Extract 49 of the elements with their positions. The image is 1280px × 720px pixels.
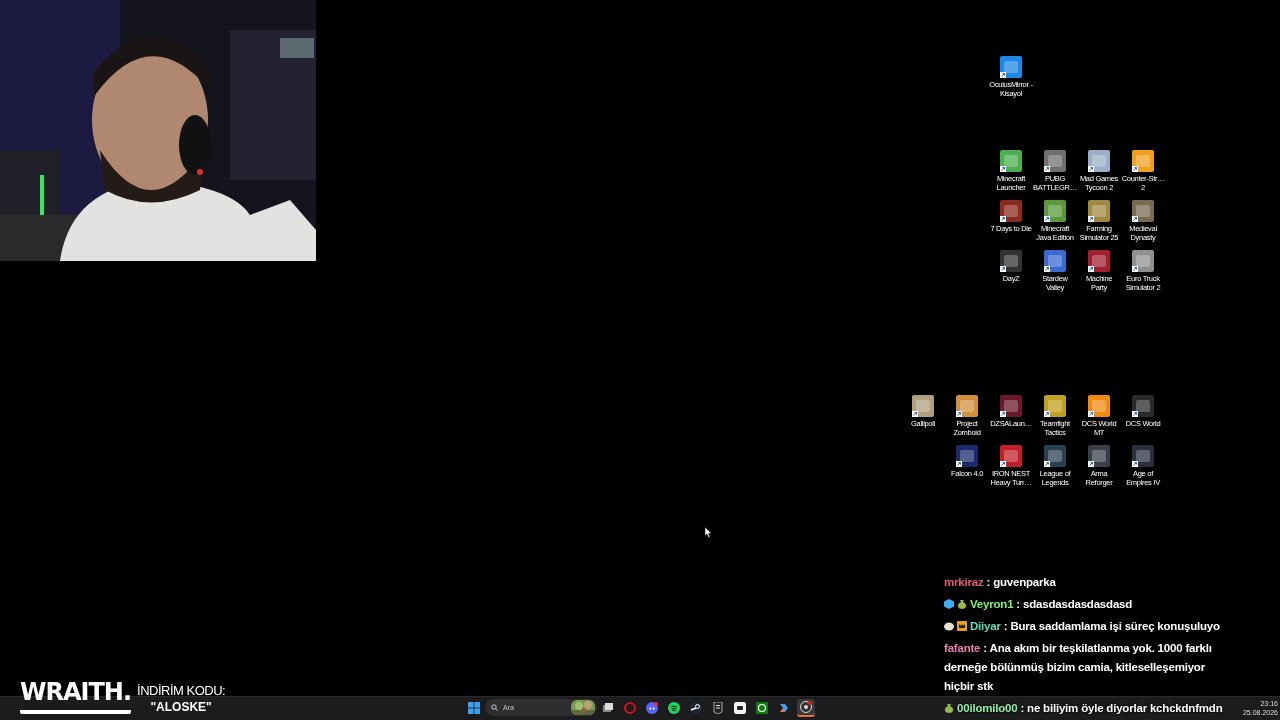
music-app-button[interactable] [665,699,683,717]
app-icon [1088,445,1110,467]
recorder-app-button[interactable] [797,699,815,717]
app-icon [912,395,934,417]
square-icon [734,702,746,714]
brand-logo: WRAITH. [20,680,132,714]
chat-message: Diiyar : Bura saddamlama işi süreç konuşuluyo [944,617,1236,636]
app-icon [1088,250,1110,272]
app-icon [956,445,978,467]
app-icon [1000,150,1022,172]
app-icon [1132,150,1154,172]
game-app-button[interactable] [687,699,705,717]
app-icon [1044,395,1066,417]
promo-code: "ALOSKE" [150,700,212,714]
app-icon [1000,395,1022,417]
recorder-icon [800,701,812,713]
app-icon [1044,445,1066,467]
app-icon [956,395,978,417]
start-button[interactable] [468,702,480,714]
app-icon [1088,200,1110,222]
app-icon [1000,56,1022,78]
app-icon [1044,250,1066,272]
console-icon [756,702,768,714]
app-icon [1000,250,1022,272]
app-icon [1132,445,1154,467]
chat-message: 00ilomilo00 : ne biliyim öyle diyorlar kchckdnfmdn [944,699,1236,718]
app-icon [1000,200,1022,222]
promo-label: İNDİRİM KODU: [137,683,226,698]
chat-app-button[interactable] [643,699,661,717]
app-icon [1088,395,1110,417]
app-icon [1044,150,1066,172]
app-icon [1132,250,1154,272]
shield-icon [712,702,724,714]
search-icon [491,704,498,711]
ring-icon [624,702,636,714]
app-icon [1044,200,1066,222]
chat-message: mrkiraz : guvenparka [944,575,1057,590]
app-icon [1000,445,1022,467]
chat-icon [646,702,658,714]
app-icon [1132,395,1154,417]
app-icon [1132,200,1154,222]
square-app-button[interactable] [731,699,749,717]
app-icon [1088,150,1110,172]
windows-icon [602,702,614,714]
console-app-button[interactable] [753,699,771,717]
music-icon [668,702,680,714]
cursor-icon [705,527,712,538]
chat-message: Veyron1 : sdasdasdasdasdasd [944,595,1236,614]
assistant-icon [778,702,790,714]
